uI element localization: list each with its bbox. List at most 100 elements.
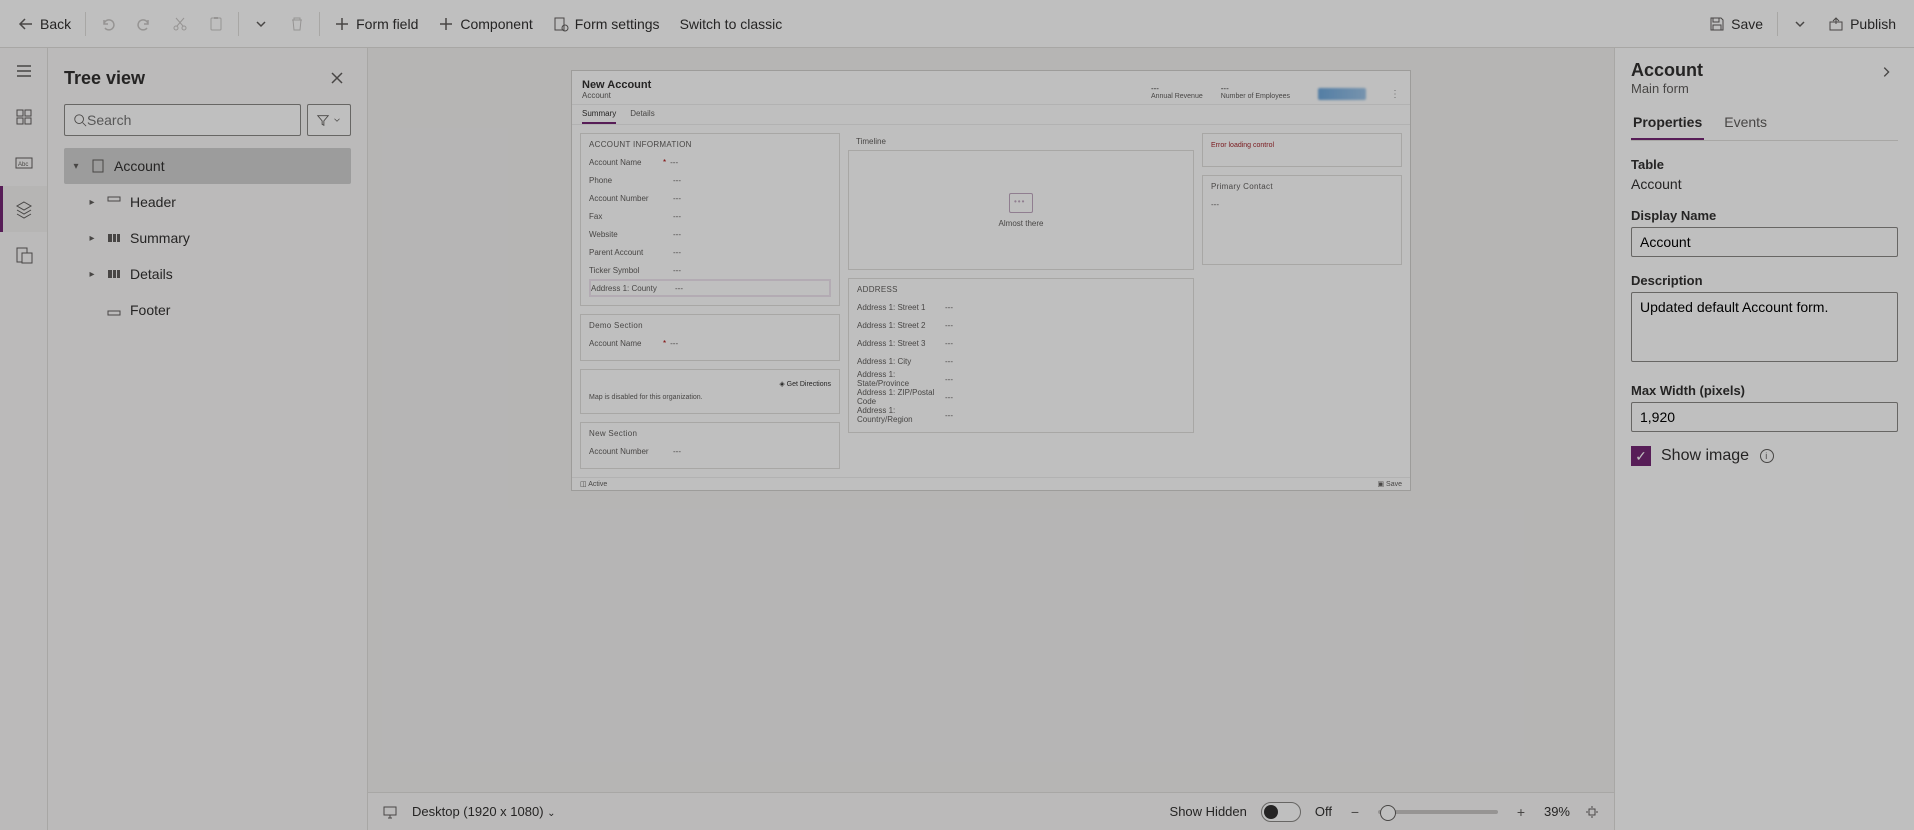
tree-filter-button[interactable]: [307, 104, 351, 136]
component-button[interactable]: Component: [428, 0, 542, 47]
field-label: Parent Account: [589, 248, 661, 257]
chevron-down-icon: ⌄: [547, 808, 555, 819]
section-title: Primary Contact: [1211, 182, 1393, 191]
svg-text:i: i: [1765, 451, 1767, 461]
footer-save: Save: [1386, 481, 1402, 488]
field-label: Account Number: [589, 447, 661, 456]
rail-fields[interactable]: Abc: [0, 140, 47, 186]
tree-item-account[interactable]: ▾ Account: [64, 148, 351, 184]
tree-search-box[interactable]: [64, 104, 301, 136]
max-width-input[interactable]: [1631, 402, 1898, 432]
paste-dropdown[interactable]: [243, 0, 279, 47]
chevron-down-icon: [1792, 16, 1808, 32]
tab-details[interactable]: Details: [630, 109, 654, 124]
get-directions-link[interactable]: ◈ Get Directions: [589, 376, 831, 390]
search-icon: [73, 113, 87, 127]
publish-button[interactable]: Publish: [1818, 0, 1906, 47]
canvas-area: New Account Account ---Annual Revenue --…: [368, 48, 1614, 792]
form-header[interactable]: New Account Account ---Annual Revenue --…: [572, 71, 1410, 105]
rail-components[interactable]: [0, 94, 47, 140]
footer-icon: [106, 302, 122, 318]
toolbar-separator: [319, 12, 320, 36]
field-label: Ticker Symbol: [589, 266, 661, 275]
rail-hamburger[interactable]: [0, 48, 47, 94]
show-hidden-toggle[interactable]: [1261, 802, 1301, 822]
field-label: Address 1: State/Province: [857, 370, 945, 388]
field-value: ---: [673, 447, 681, 456]
form-field-button[interactable]: Form field: [324, 0, 428, 47]
abc-icon: Abc: [14, 153, 34, 173]
footer-status: Active: [588, 481, 607, 488]
field-label: Address 1: Country/Region: [857, 406, 945, 424]
prop-tab-properties[interactable]: Properties: [1631, 106, 1704, 140]
tree-item-header[interactable]: ▸ Header: [64, 184, 351, 220]
display-name-input[interactable]: [1631, 227, 1898, 257]
publish-label: Publish: [1850, 16, 1896, 32]
delete-button[interactable]: [279, 0, 315, 47]
save-dropdown[interactable]: [1782, 0, 1818, 47]
section-error[interactable]: Error loading control: [1202, 133, 1402, 167]
left-rail: Abc: [0, 48, 48, 830]
zoom-out-button[interactable]: −: [1346, 803, 1364, 821]
viewport-selector[interactable]: Desktop (1920 x 1080) ⌄: [412, 804, 556, 819]
field-value: ---: [945, 357, 953, 366]
chevron-right-icon: ▸: [86, 197, 98, 208]
section-new[interactable]: New Section Account Number---: [580, 422, 840, 469]
toolbar-separator: [1777, 12, 1778, 36]
switch-classic-button[interactable]: Switch to classic: [670, 0, 793, 47]
info-icon[interactable]: i: [1759, 448, 1775, 464]
layers-icon: [14, 199, 34, 219]
field-value: ---: [675, 284, 683, 293]
tab-summary[interactable]: Summary: [582, 109, 616, 124]
back-button[interactable]: Back: [8, 0, 81, 47]
table-value: Account: [1631, 176, 1898, 192]
cut-button[interactable]: [162, 0, 198, 47]
form-title: New Account: [582, 79, 651, 91]
header-dash: ---: [1221, 84, 1290, 93]
field-label: Address 1: ZIP/Postal Code: [857, 388, 945, 406]
collapse-panel-button[interactable]: [1874, 60, 1898, 84]
tree-item-footer[interactable]: Footer: [64, 292, 351, 328]
prop-tab-events[interactable]: Events: [1722, 106, 1769, 140]
save-button[interactable]: Save: [1699, 0, 1773, 47]
form-settings-button[interactable]: Form settings: [543, 0, 670, 47]
section-account-info[interactable]: ACCOUNT INFORMATION Account Name*--- Pho…: [580, 133, 840, 306]
tab-icon: [106, 266, 122, 282]
chevron-right-icon: ▸: [86, 269, 98, 280]
toggle-state: Off: [1315, 804, 1332, 819]
tree-close-button[interactable]: [323, 64, 351, 92]
fit-icon[interactable]: [1584, 804, 1600, 820]
form-canvas[interactable]: New Account Account ---Annual Revenue --…: [571, 70, 1411, 491]
zoom-slider[interactable]: [1378, 810, 1498, 814]
undo-button[interactable]: [90, 0, 126, 47]
section-address[interactable]: ADDRESS Address 1: Street 1--- Address 1…: [848, 278, 1194, 433]
section-map[interactable]: ◈ Get Directions Map is disabled for thi…: [580, 369, 840, 414]
save-icon: [1709, 16, 1725, 32]
show-hidden-label: Show Hidden: [1170, 804, 1247, 819]
description-input[interactable]: [1631, 292, 1898, 362]
show-image-checkbox[interactable]: ✓: [1631, 446, 1651, 466]
form-field-label: Form field: [356, 16, 418, 32]
section-title: ADDRESS: [857, 285, 1185, 294]
header-overflow[interactable]: ⋮: [1390, 89, 1400, 100]
tree-search-input[interactable]: [87, 112, 292, 128]
section-primary-contact[interactable]: Primary Contact ---: [1202, 175, 1402, 265]
section-demo[interactable]: Demo Section Account Name*---: [580, 314, 840, 361]
description-label: Description: [1631, 273, 1898, 288]
paste-button[interactable]: [198, 0, 234, 47]
zoom-in-button[interactable]: +: [1512, 803, 1530, 821]
rail-forms[interactable]: [0, 232, 47, 278]
tree-item-summary[interactable]: ▸ Summary: [64, 220, 351, 256]
field-value: ---: [945, 411, 953, 420]
tab-icon: [106, 230, 122, 246]
redo-button[interactable]: [126, 0, 162, 47]
field-value: ---: [945, 303, 953, 312]
properties-panel: Account Main form Properties Events Tabl…: [1614, 48, 1914, 830]
tree-title: Tree view: [64, 68, 323, 89]
rail-tree-view[interactable]: [0, 186, 47, 232]
section-title: ACCOUNT INFORMATION: [589, 140, 831, 149]
delete-icon: [289, 16, 305, 32]
section-title: Demo Section: [589, 321, 831, 330]
tree-item-details[interactable]: ▸ Details: [64, 256, 351, 292]
section-timeline[interactable]: Timeline Almost there: [848, 133, 1194, 270]
